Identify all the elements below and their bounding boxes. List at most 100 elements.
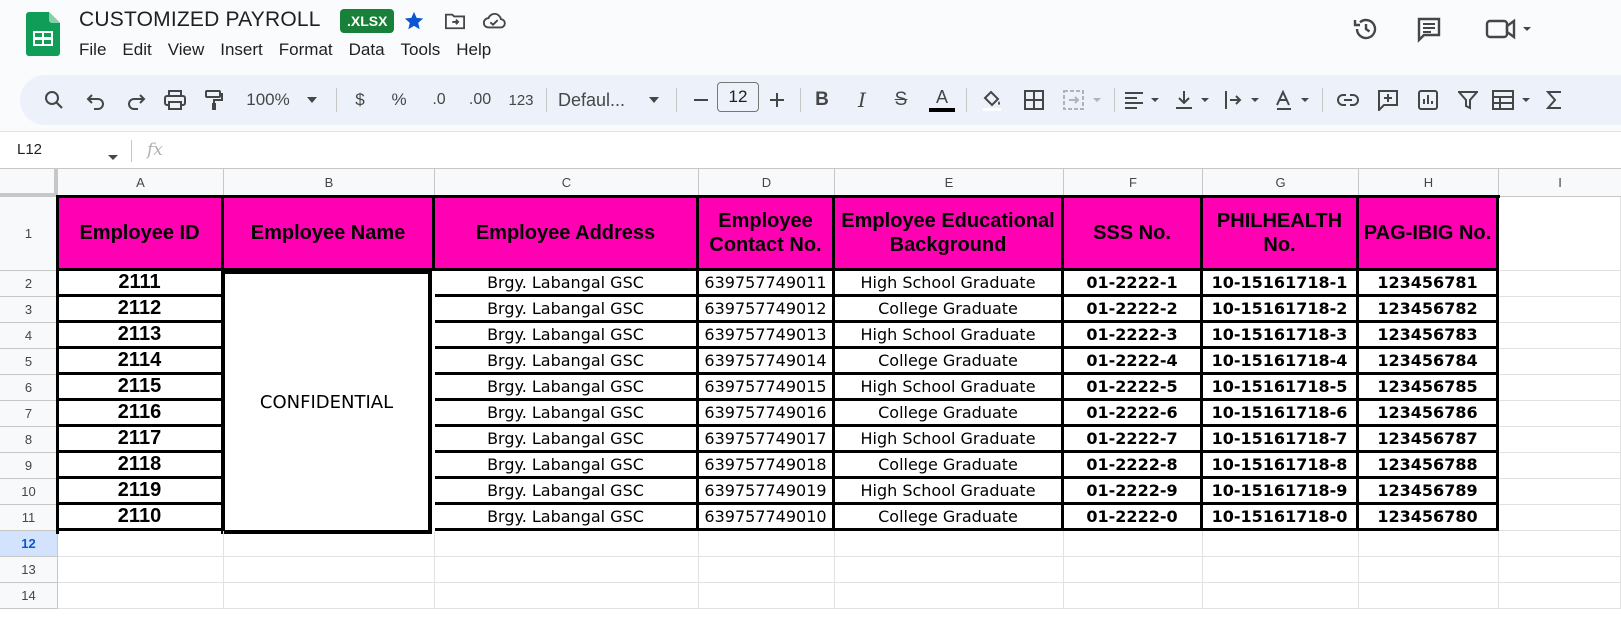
cell-employee-id[interactable]: 2116 (58, 401, 224, 427)
cell-employee-id[interactable]: 2115 (58, 375, 224, 401)
empty-cell[interactable] (699, 531, 835, 557)
column-header-b[interactable]: B (224, 169, 435, 197)
cell-philhealth[interactable]: 10-15161718-8 (1203, 453, 1359, 479)
column-header-a[interactable]: A (58, 169, 224, 197)
empty-cell[interactable] (224, 531, 435, 557)
cell-employee-id[interactable]: 2113 (58, 323, 224, 349)
cell-philhealth[interactable]: 10-15161718-0 (1203, 505, 1359, 531)
cell-education[interactable]: High School Graduate (835, 375, 1064, 401)
sheets-logo-icon[interactable] (26, 12, 60, 56)
empty-cell[interactable] (1499, 271, 1621, 297)
cell-education[interactable]: College Graduate (835, 453, 1064, 479)
cell-sss[interactable]: 01-2222-0 (1064, 505, 1203, 531)
cell-contact[interactable]: 639757749019 (699, 479, 835, 505)
column-header-f[interactable]: F (1064, 169, 1203, 197)
functions-icon[interactable] (1540, 75, 1570, 125)
cell-pagibig[interactable]: 123456788 (1359, 453, 1499, 479)
paint-format-icon[interactable] (196, 75, 232, 125)
cell-education[interactable]: College Graduate (835, 505, 1064, 531)
font-family-select[interactable]: Defaul... (558, 75, 648, 125)
empty-cell[interactable] (1499, 557, 1621, 583)
cell-employee-id[interactable]: 2110 (58, 505, 224, 531)
empty-cell[interactable] (1499, 505, 1621, 531)
empty-cell[interactable] (1499, 297, 1621, 323)
cell-address[interactable]: Brgy. Labangal GSC (435, 349, 699, 375)
empty-cell[interactable] (1359, 557, 1499, 583)
empty-cell[interactable] (1064, 557, 1203, 583)
cell-philhealth[interactable]: 10-15161718-5 (1203, 375, 1359, 401)
cell-pagibig[interactable]: 123456782 (1359, 297, 1499, 323)
cell-sss[interactable]: 01-2222-5 (1064, 375, 1203, 401)
empty-cell[interactable] (1203, 557, 1359, 583)
empty-cell[interactable] (699, 557, 835, 583)
empty-cell[interactable] (1499, 401, 1621, 427)
cell-contact[interactable]: 639757749014 (699, 349, 835, 375)
cell-sss[interactable]: 01-2222-7 (1064, 427, 1203, 453)
empty-cell[interactable] (1499, 583, 1621, 609)
header-cell-employee-id[interactable]: Employee ID (58, 197, 224, 271)
cell-contact[interactable]: 639757749010 (699, 505, 835, 531)
empty-cell[interactable] (699, 583, 835, 609)
empty-cell[interactable] (1203, 531, 1359, 557)
redo-icon[interactable] (118, 75, 154, 125)
empty-cell[interactable] (1499, 349, 1621, 375)
menu-help[interactable]: Help (456, 38, 499, 62)
row-header-8[interactable]: 8 (0, 427, 58, 453)
cell-sss[interactable]: 01-2222-4 (1064, 349, 1203, 375)
star-icon[interactable] (402, 9, 426, 33)
empty-cell[interactable] (1499, 375, 1621, 401)
menu-tools[interactable]: Tools (401, 38, 449, 62)
cell-address[interactable]: Brgy. Labangal GSC (435, 427, 699, 453)
cell-philhealth[interactable]: 10-15161718-4 (1203, 349, 1359, 375)
bold-button[interactable]: B (808, 75, 836, 125)
select-all-corner[interactable] (0, 169, 58, 197)
row-header-6[interactable]: 6 (0, 375, 58, 401)
undo-icon[interactable] (78, 75, 114, 125)
more-formats-button[interactable]: 123 (504, 75, 538, 125)
cell-education[interactable]: High School Graduate (835, 479, 1064, 505)
empty-cell[interactable] (1499, 427, 1621, 453)
empty-cell[interactable] (835, 531, 1064, 557)
cell-philhealth[interactable]: 10-15161718-9 (1203, 479, 1359, 505)
cell-pagibig[interactable]: 123456781 (1359, 271, 1499, 297)
menu-insert[interactable]: Insert (220, 38, 271, 62)
row-header-5[interactable]: 5 (0, 349, 58, 375)
menu-data[interactable]: Data (349, 38, 393, 62)
font-caret-icon[interactable] (644, 75, 664, 125)
cell-sss[interactable]: 01-2222-8 (1064, 453, 1203, 479)
row-header-10[interactable]: 10 (0, 479, 58, 505)
row-header-13[interactable]: 13 (0, 557, 58, 583)
row-header-3[interactable]: 3 (0, 297, 58, 323)
cell-contact[interactable]: 639757749015 (699, 375, 835, 401)
header-cell-sss-no[interactable]: SSS No. (1064, 197, 1203, 271)
strikethrough-button[interactable]: S (886, 75, 916, 125)
column-header-c[interactable]: C (435, 169, 699, 197)
empty-cell[interactable] (435, 583, 699, 609)
vertical-align-icon[interactable] (1172, 75, 1214, 125)
fill-color-icon[interactable] (976, 75, 1008, 125)
cell-contact[interactable]: 639757749011 (699, 271, 835, 297)
print-icon[interactable] (156, 75, 194, 125)
text-rotation-icon[interactable] (1272, 75, 1314, 125)
empty-cell[interactable] (835, 557, 1064, 583)
header-cell-philhealth-no[interactable]: PHILHEALTH No. (1203, 197, 1359, 271)
italic-button[interactable]: I (848, 75, 876, 125)
decrease-decimal-button[interactable]: .0 (422, 75, 456, 125)
cell-education[interactable]: College Graduate (835, 401, 1064, 427)
increase-decimal-button[interactable]: .00 (460, 75, 500, 125)
empty-cell[interactable] (1499, 453, 1621, 479)
empty-cell[interactable] (1203, 583, 1359, 609)
row-header-7[interactable]: 7 (0, 401, 58, 427)
cell-employee-id[interactable]: 2118 (58, 453, 224, 479)
cell-employee-id[interactable]: 2112 (58, 297, 224, 323)
cell-pagibig[interactable]: 123456786 (1359, 401, 1499, 427)
cell-address[interactable]: Brgy. Labangal GSC (435, 479, 699, 505)
empty-cell[interactable] (1064, 583, 1203, 609)
header-cell-educational-background[interactable]: Employee Educational Background (835, 197, 1064, 271)
cell-contact[interactable]: 639757749013 (699, 323, 835, 349)
header-cell-employee-name[interactable]: Employee Name (224, 197, 435, 271)
cell-pagibig[interactable]: 123456789 (1359, 479, 1499, 505)
cell-education[interactable]: College Graduate (835, 297, 1064, 323)
cell-address[interactable]: Brgy. Labangal GSC (435, 453, 699, 479)
text-wrapping-icon[interactable] (1222, 75, 1264, 125)
